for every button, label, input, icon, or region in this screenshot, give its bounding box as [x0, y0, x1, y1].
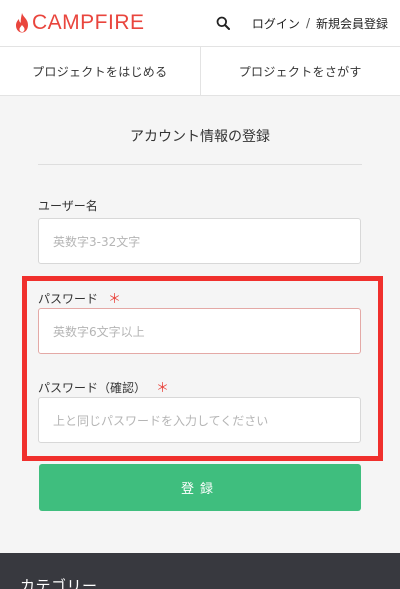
nav-separator: /: [305, 16, 310, 30]
search-icon[interactable]: [216, 16, 230, 30]
login-link[interactable]: ログイン: [252, 15, 300, 32]
registration-form: アカウント情報の登録 ユーザー名 英数字3-32文字 パスワード＊ 英数字6文字…: [18, 96, 383, 536]
highlight-box: [22, 276, 383, 461]
category-heading: カテゴリー: [20, 577, 98, 589]
tab-find-project[interactable]: プロジェクトをさがす: [199, 47, 400, 95]
tab-start-project[interactable]: プロジェクトをはじめる: [0, 47, 200, 95]
footer: カテゴリー: [0, 553, 400, 589]
flame-icon: [16, 13, 28, 33]
username-input[interactable]: 英数字3-32文字: [38, 218, 361, 264]
form-title: アカウント情報の登録: [130, 129, 270, 145]
header-nav: ログイン / 新規会員登録: [216, 15, 388, 32]
register-link[interactable]: 新規会員登録: [316, 15, 388, 32]
title-divider: [38, 164, 362, 165]
username-label: ユーザー名: [38, 199, 98, 213]
campfire-logo[interactable]: CAMPFIRE: [14, 11, 145, 35]
site-header: CAMPFIRE ログイン / 新規会員登録: [0, 0, 400, 46]
logo-text: CAMPFIRE: [32, 11, 145, 34]
main-content: アカウント情報の登録 ユーザー名 英数字3-32文字 パスワード＊ 英数字6文字…: [0, 96, 400, 553]
register-button[interactable]: 登録: [39, 464, 361, 511]
project-tabs: プロジェクトをはじめる プロジェクトをさがす: [0, 46, 400, 96]
